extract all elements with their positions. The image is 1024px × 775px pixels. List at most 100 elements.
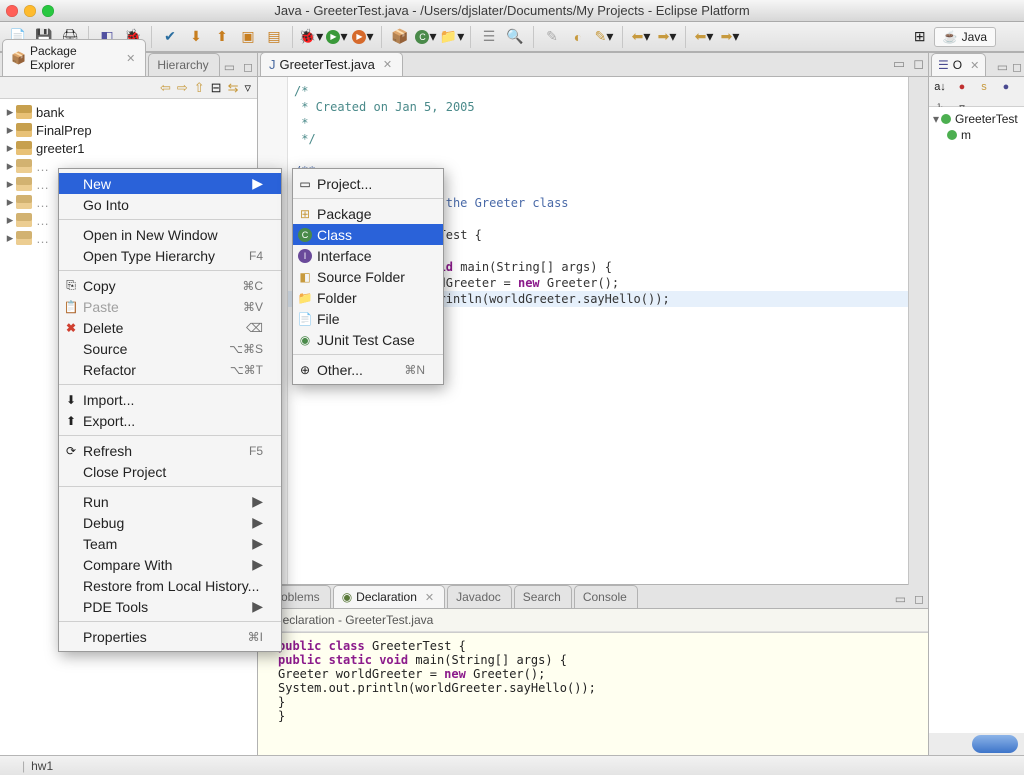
menu-item-label: Run	[83, 494, 109, 510]
forward-button[interactable]: ➡▾	[718, 26, 742, 48]
hide-nonpublic-icon[interactable]: ●	[997, 79, 1015, 95]
menu-item-debug[interactable]: Debug▶	[59, 512, 281, 533]
menu-item-delete[interactable]: ✖Delete⌫	[59, 317, 281, 338]
menu-item-source-folder[interactable]: ◧Source Folder	[293, 266, 443, 287]
tab-package-explorer[interactable]: 📦 Package Explorer ✕	[2, 39, 146, 76]
tab-outline[interactable]: ☰O ✕	[931, 53, 986, 76]
new-package-button[interactable]: 📦	[388, 26, 412, 48]
menu-item-go-into[interactable]: Go Into	[59, 194, 281, 215]
close-editor-icon[interactable]: ✕	[383, 58, 392, 71]
menu-item-file[interactable]: 📄File	[293, 308, 443, 329]
up-icon[interactable]: ⇧	[194, 80, 205, 96]
editor-min-icon[interactable]: ▭	[889, 52, 909, 76]
menu-item-properties[interactable]: Properties⌘I	[59, 626, 281, 647]
outline-method[interactable]: m	[931, 127, 1022, 143]
tab-hierarchy[interactable]: Hierarchy	[148, 53, 219, 76]
extract-button[interactable]: ⬇	[184, 26, 208, 48]
project-bank[interactable]: ▸bank	[0, 103, 257, 121]
project-greeter1[interactable]: ▸greeter1	[0, 139, 257, 157]
close-tab-icon[interactable]: ✕	[126, 52, 135, 65]
tab-javadoc[interactable]: Javadoc	[447, 585, 512, 608]
outline-class[interactable]: ▾GreeterTest	[931, 111, 1022, 127]
overview-ruler[interactable]	[908, 77, 928, 585]
run-last[interactable]: ▶▾	[351, 26, 375, 48]
menu-item-close-project[interactable]: Close Project	[59, 461, 281, 482]
menu-item-export[interactable]: ⬆Export...	[59, 410, 281, 431]
menu-item-other[interactable]: ⊕Other...⌘N	[293, 359, 443, 380]
menu-item-folder[interactable]: 📁Folder	[293, 287, 443, 308]
box2-button[interactable]: ▤	[262, 26, 286, 48]
debug-dropdown[interactable]: 🐞▾	[299, 26, 323, 48]
collapse-all-icon[interactable]: ⊟	[211, 80, 222, 96]
toggle-button[interactable]: ◐	[566, 26, 590, 48]
menu-item-interface[interactable]: IInterface	[293, 245, 443, 266]
submenu-arrow-icon: ▶	[252, 556, 263, 573]
tab-console[interactable]: Console	[574, 585, 638, 608]
search-button[interactable]: 🔍	[503, 26, 527, 48]
box-button[interactable]: ▣	[236, 26, 260, 48]
close-outline-icon[interactable]: ✕	[970, 59, 979, 72]
menu-item-open-type-hierarchy[interactable]: Open Type HierarchyF4	[59, 245, 281, 266]
open-type-button[interactable]: ☰	[477, 26, 501, 48]
menu-item-team[interactable]: Team▶	[59, 533, 281, 554]
outline-min-icon[interactable]: ▭	[995, 58, 1010, 76]
java-perspective-button[interactable]: ☕ Java	[934, 27, 996, 47]
tab-declaration[interactable]: ◉ Declaration ✕	[333, 585, 445, 608]
project-FinalPrep[interactable]: ▸FinalPrep	[0, 121, 257, 139]
annotate-button[interactable]: ✎▾	[592, 26, 616, 48]
outline-max-icon[interactable]: ◻	[1010, 58, 1024, 76]
back-button[interactable]: ⬅▾	[692, 26, 716, 48]
menu-shortcut: ⌥⌘T	[230, 363, 263, 377]
menu-item-label: New	[83, 176, 111, 192]
menu-item-run[interactable]: Run ▶	[59, 491, 281, 512]
new-class-button[interactable]: C▾	[414, 26, 438, 48]
hide-static-icon[interactable]: s	[975, 79, 993, 95]
editor-max-icon[interactable]: ◻	[909, 52, 928, 76]
bottom-max-icon[interactable]: ◻	[910, 590, 928, 608]
forward-icon[interactable]: ⇨	[177, 80, 188, 96]
view-min-icon[interactable]: ▭	[220, 58, 239, 76]
outline-h-scroll[interactable]	[972, 735, 1018, 753]
extract2-button[interactable]: ⬆	[210, 26, 234, 48]
sort-icon[interactable]: a↓	[931, 79, 949, 95]
editor-tab-greetertest[interactable]: J GreeterTest.java ✕	[260, 52, 403, 76]
folder-icon: 📁	[297, 290, 313, 306]
editor-tab-label: GreeterTest.java	[280, 57, 375, 72]
menu-item-refactor[interactable]: Refactor⌥⌘T	[59, 359, 281, 380]
outline-tree[interactable]: ▾GreeterTestm	[929, 107, 1024, 733]
new-folder-button[interactable]: 📁▾	[440, 26, 464, 48]
menu-item-refresh[interactable]: ⟳RefreshF5	[59, 440, 281, 461]
menu-item-pde-tools[interactable]: PDE Tools▶	[59, 596, 281, 617]
submenu-arrow-icon: ▶	[252, 493, 263, 510]
menu-item-import[interactable]: ⬇Import...	[59, 389, 281, 410]
status-text: hw1	[31, 759, 53, 773]
wand-button[interactable]: ✎	[540, 26, 564, 48]
new-submenu[interactable]: ▭Project... ⊞PackageCClassIInterface◧Sour…	[292, 168, 444, 385]
declaration-view[interactable]: public class GreeterTest { public static…	[258, 632, 928, 755]
menu-item-open-in-new-window[interactable]: Open in New Window	[59, 224, 281, 245]
back-icon[interactable]: ⇦	[160, 80, 171, 96]
menu-item-restore-from-local-history[interactable]: Restore from Local History...	[59, 575, 281, 596]
open-perspective-button[interactable]: ⊞	[908, 26, 932, 48]
checkmark-button[interactable]: ✔	[158, 26, 182, 48]
view-max-icon[interactable]: ◻	[239, 58, 257, 76]
tab-search[interactable]: Search	[514, 585, 572, 608]
menu-item-compare-with[interactable]: Compare With▶	[59, 554, 281, 575]
menu-icon[interactable]: ▿	[244, 80, 251, 96]
bottom-min-icon[interactable]: ▭	[891, 590, 910, 608]
menu-item-new[interactable]: New▶	[59, 173, 281, 194]
menu-item-class[interactable]: CClass	[293, 224, 443, 245]
menu-item-source[interactable]: Source⌥⌘S	[59, 338, 281, 359]
menu-item-project[interactable]: ▭Project...	[293, 173, 443, 194]
declaration-header: ℹ Declaration - GreeterTest.java	[258, 609, 928, 632]
project-context-menu[interactable]: New▶Go IntoOpen in New WindowOpen Type H…	[58, 168, 282, 652]
status-bar: | hw1	[0, 755, 1024, 775]
prev-annotation-button[interactable]: ⬅▾	[629, 26, 653, 48]
link-icon[interactable]: ⇆	[228, 80, 239, 96]
hide-fields-icon[interactable]: ●	[953, 79, 971, 95]
menu-item-package[interactable]: ⊞Package	[293, 203, 443, 224]
menu-item-copy[interactable]: ⎘Copy⌘C	[59, 275, 281, 296]
menu-item-junit-test-case[interactable]: ◉JUnit Test Case	[293, 329, 443, 350]
next-annotation-button[interactable]: ➡▾	[655, 26, 679, 48]
run-dropdown[interactable]: ▶▾	[325, 26, 349, 48]
